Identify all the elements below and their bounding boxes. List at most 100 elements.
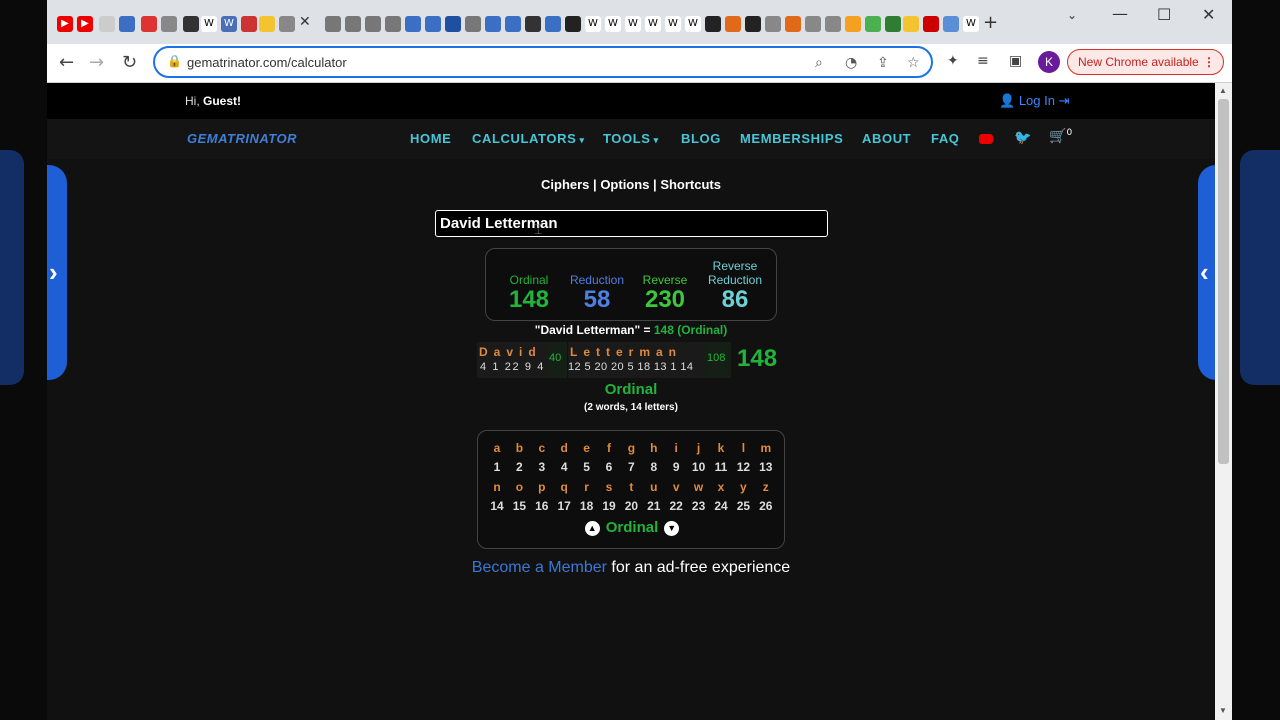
minimize-icon[interactable]: — bbox=[1112, 4, 1128, 23]
tab-icon[interactable] bbox=[465, 16, 481, 32]
tab-icon[interactable] bbox=[345, 16, 361, 32]
new-tab-icon[interactable]: + bbox=[983, 12, 998, 33]
tab-icon[interactable] bbox=[365, 16, 381, 32]
nav-home[interactable]: HOME bbox=[410, 131, 451, 146]
user-plus-icon: 👤 bbox=[999, 93, 1016, 108]
tab-icon[interactable] bbox=[141, 16, 157, 32]
cipher-result-ordinal[interactable]: Ordinal 148 bbox=[500, 273, 558, 313]
scroll-up-icon[interactable]: ▲ bbox=[1219, 86, 1227, 95]
prev-panel-tab[interactable]: › bbox=[47, 165, 67, 380]
github-tab-icon[interactable] bbox=[525, 16, 541, 32]
new-chrome-available-button[interactable]: New Chrome available ⋮ bbox=[1067, 49, 1224, 75]
wikipedia-tab-icon[interactable]: W bbox=[201, 16, 217, 32]
tab-icon[interactable] bbox=[845, 16, 861, 32]
profile-avatar[interactable]: K bbox=[1038, 51, 1060, 73]
close-window-icon[interactable]: ✕ bbox=[1202, 5, 1215, 24]
media-control-icon[interactable]: ≡ bbox=[977, 53, 989, 69]
tab-icon[interactable] bbox=[805, 16, 821, 32]
extensions-icon[interactable]: ✦ bbox=[947, 53, 959, 69]
tab-icon[interactable] bbox=[745, 16, 761, 32]
tab-icon[interactable] bbox=[279, 16, 295, 32]
more-menu-icon[interactable]: ⋮ bbox=[1203, 55, 1215, 69]
scrollbar-thumb[interactable] bbox=[1218, 99, 1229, 464]
back-icon[interactable]: ← bbox=[59, 52, 74, 73]
forward-icon[interactable]: → bbox=[89, 52, 104, 73]
tab-icon[interactable] bbox=[405, 16, 421, 32]
chart-value: 21 bbox=[647, 499, 661, 513]
cart-count: 0 bbox=[1066, 128, 1073, 138]
nav-about[interactable]: ABOUT bbox=[862, 131, 911, 146]
tab-icon[interactable] bbox=[885, 16, 901, 32]
cipher-result-reduction[interactable]: Reduction 58 bbox=[564, 273, 630, 313]
site-logo[interactable]: GEMATRINATOR bbox=[187, 131, 297, 146]
wikipedia-tab-icon[interactable]: W bbox=[645, 16, 661, 32]
tab-icon[interactable] bbox=[259, 16, 275, 32]
youtube-tab-icon[interactable]: ▶ bbox=[57, 16, 73, 32]
shortcuts-link[interactable]: Shortcuts bbox=[660, 177, 721, 192]
tab-icon[interactable] bbox=[923, 16, 939, 32]
tab-icon[interactable] bbox=[425, 16, 441, 32]
chart-letter: x bbox=[717, 480, 725, 494]
tab-icon[interactable] bbox=[485, 16, 501, 32]
share-icon[interactable]: ⇪ bbox=[877, 55, 889, 71]
tab-icon[interactable] bbox=[545, 16, 561, 32]
tab-icon[interactable] bbox=[241, 16, 257, 32]
ciphers-link[interactable]: Ciphers bbox=[541, 177, 589, 192]
tab-icon[interactable] bbox=[161, 16, 177, 32]
twitter-icon[interactable]: 🐦 bbox=[1014, 129, 1031, 146]
wikipedia-tab-icon[interactable]: W bbox=[963, 16, 979, 32]
login-link[interactable]: 👤 Log In ⇥ bbox=[999, 93, 1070, 109]
address-bar[interactable]: 🔒 gematrinator.com/calculator ⌕ ◔ ⇪ ☆ bbox=[153, 46, 933, 78]
chart-letter: w bbox=[693, 480, 704, 494]
tab-icon[interactable] bbox=[725, 16, 741, 32]
nav-blog[interactable]: BLOG bbox=[681, 131, 721, 146]
wikipedia-tab-icon[interactable]: W bbox=[605, 16, 621, 32]
bookmark-star-icon[interactable]: ☆ bbox=[907, 55, 920, 71]
tab-icon[interactable] bbox=[785, 16, 801, 32]
youtube-tab-icon[interactable]: ▶ bbox=[77, 16, 93, 32]
url-text[interactable]: gematrinator.com/calculator bbox=[187, 55, 347, 70]
wikipedia-tab-icon[interactable]: W bbox=[685, 16, 701, 32]
side-panel-icon[interactable]: ▣ bbox=[1009, 53, 1022, 69]
close-tab-icon[interactable]: ✕ bbox=[299, 14, 311, 30]
tab-icon[interactable] bbox=[119, 16, 135, 32]
tab-icon[interactable] bbox=[765, 16, 781, 32]
nav-tools[interactable]: TOOLS ▾ bbox=[603, 131, 659, 146]
tab-search-icon[interactable]: ⌄ bbox=[1067, 8, 1077, 22]
nav-calculators[interactable]: CALCULATORS ▾ bbox=[472, 131, 585, 146]
chart-letter: o bbox=[515, 480, 524, 494]
tab-icon[interactable] bbox=[943, 16, 959, 32]
wikipedia-tab-icon[interactable]: W bbox=[665, 16, 681, 32]
wikipedia-tab-icon[interactable]: W bbox=[585, 16, 601, 32]
tab-icon[interactable] bbox=[825, 16, 841, 32]
scroll-down-icon[interactable]: ▼ bbox=[1219, 706, 1227, 715]
wikipedia-tab-icon[interactable]: W bbox=[625, 16, 641, 32]
become-member-link[interactable]: Become a Member bbox=[472, 559, 607, 576]
performance-icon[interactable]: ◔ bbox=[845, 55, 857, 71]
cart-icon[interactable]: 🛒0 bbox=[1049, 128, 1072, 145]
phrase-input[interactable] bbox=[435, 210, 828, 237]
tab-icon[interactable] bbox=[445, 16, 461, 32]
chevron-up-icon[interactable]: ▲ bbox=[584, 521, 600, 536]
reload-icon[interactable]: ↻ bbox=[122, 52, 137, 73]
cipher-result-reverse-reduction[interactable]: Reverse Reduction 86 bbox=[700, 259, 770, 313]
maximize-icon[interactable]: ☐ bbox=[1157, 5, 1171, 24]
tab-icon[interactable] bbox=[505, 16, 521, 32]
cipher-result-reverse[interactable]: Reverse 230 bbox=[636, 273, 694, 313]
tab-icon[interactable] bbox=[865, 16, 881, 32]
nav-faq[interactable]: FAQ bbox=[931, 131, 960, 146]
youtube-icon[interactable] bbox=[979, 134, 993, 144]
nav-memberships[interactable]: MEMBERSHIPS bbox=[740, 131, 843, 146]
page-scrollbar[interactable]: ▲ ▼ bbox=[1215, 83, 1232, 720]
tab-icon[interactable] bbox=[385, 16, 401, 32]
tab-icon[interactable] bbox=[903, 16, 919, 32]
chevron-down-icon[interactable]: ▼ bbox=[664, 521, 680, 536]
options-link[interactable]: Options bbox=[600, 177, 649, 192]
tab-icon[interactable]: W bbox=[221, 16, 237, 32]
tab-icon[interactable] bbox=[325, 16, 341, 32]
zoom-icon[interactable]: ⌕ bbox=[815, 55, 823, 71]
tab-icon[interactable] bbox=[705, 16, 721, 32]
tab-icon[interactable] bbox=[183, 16, 199, 32]
tab-icon[interactable] bbox=[99, 16, 115, 32]
tab-icon[interactable] bbox=[565, 16, 581, 32]
